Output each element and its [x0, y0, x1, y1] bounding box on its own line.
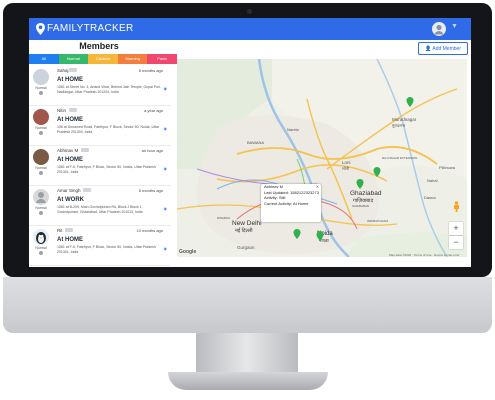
map-label: New Delhi: [232, 220, 262, 227]
address-text: 1061 at Street No. 3, Anand Vihar, Behin…: [57, 85, 161, 94]
map-label: INDIRAPURAM: [367, 219, 389, 223]
battery-icon: [83, 188, 91, 192]
map-label: Gurgaon: [237, 245, 255, 250]
member-name: Nitin: [57, 108, 67, 113]
view-eye-icon[interactable]: ◉: [164, 246, 168, 251]
member-card[interactable]: Normal Sahaj 5 months ago At HOME 1061 a…: [29, 66, 171, 106]
avatar: [33, 69, 49, 85]
map-label: Narela: [287, 127, 300, 132]
view-eye-icon[interactable]: ◉: [164, 86, 168, 91]
popup-current-activity: Current Activity: At Home: [264, 200, 309, 206]
map-label: DWARKA: [217, 216, 230, 220]
avatar: [33, 149, 49, 165]
address-text: 106 at Unnamed Road, Fatehpur, F Block, …: [57, 125, 160, 134]
status-label: Normal: [35, 206, 47, 210]
member-card[interactable]: Normal Nitin a year ago At HOME 106 at U…: [29, 106, 171, 146]
add-member-label: Add Member: [432, 46, 461, 52]
user-avatar[interactable]: [432, 22, 446, 36]
member-name: Sahaj: [57, 68, 69, 73]
map-label: Muradnagar: [392, 117, 417, 122]
map-label: नई दिल्ली: [235, 227, 253, 234]
status-indicator: [39, 91, 43, 95]
google-logo: Google: [179, 249, 197, 255]
tab-warning[interactable]: Warning: [117, 54, 148, 64]
status-label: Normal: [35, 246, 47, 250]
monitor-stand: [196, 333, 298, 375]
status-indicator: [39, 171, 43, 175]
add-member-button[interactable]: 👤 Add Member: [418, 42, 468, 55]
map-label: Nahal: [427, 178, 438, 183]
chevron-down-icon[interactable]: ▼: [451, 23, 458, 30]
map-label: RAJ NAGAR EXTENSION: [382, 156, 417, 160]
place-label: At WORK: [57, 197, 84, 203]
top-bar: FAMILYTRACKER ▼: [29, 18, 471, 40]
last-seen: a year ago: [144, 108, 163, 113]
member-name: Abhinav M: [57, 148, 79, 153]
member-card[interactable]: Normal Abhinav M an hour ago At HOME 106…: [29, 146, 171, 186]
camera-dot: [247, 9, 252, 14]
last-seen: 5 months ago: [138, 68, 163, 73]
status-label: Normal: [35, 166, 47, 170]
status-label: Normal: [35, 86, 47, 90]
map-label: Pilkhuwa: [439, 165, 456, 170]
member-info-popup: ✕ Abhinav M Last Updated: 1582122323273 …: [261, 184, 321, 222]
battery-icon: [81, 148, 89, 152]
map-label: Dasna: [424, 195, 436, 200]
last-seen: 5 months ago: [138, 188, 163, 193]
address-text: 1061 at F-6, Fatehpur, F Block, Sector 5…: [57, 165, 156, 174]
status-filter-tabs: All Normal Caution Warning Panic: [29, 54, 177, 64]
member-name: Amar Singh: [57, 188, 81, 193]
tab-all[interactable]: All: [29, 54, 59, 64]
view-eye-icon[interactable]: ◉: [164, 206, 168, 211]
apple-logo-icon: [237, 295, 257, 317]
avatar: [33, 229, 49, 245]
battery-icon: [69, 68, 77, 72]
street-view-pegman-icon[interactable]: [453, 201, 460, 212]
address-text: 1061 at B-209, Main Govindpuram Rd, Bloc…: [57, 205, 143, 214]
map-credits[interactable]: Map data ©2020 · Terms of Use · Report a…: [389, 253, 460, 257]
member-card[interactable]: Normal Amar Singh 5 months ago At WORK 1…: [29, 186, 171, 226]
tab-caution[interactable]: Caution: [88, 54, 118, 64]
last-seen: 10 months ago: [136, 228, 163, 233]
place-label: At HOME: [57, 237, 83, 243]
avatar: [33, 189, 49, 205]
battery-icon: [69, 108, 77, 112]
place-label: At HOME: [57, 117, 83, 123]
place-label: At HOME: [57, 157, 83, 163]
tab-panic[interactable]: Panic: [147, 54, 177, 64]
app-name: FAMILYTRACKER: [47, 23, 134, 34]
map-label: लोनी: [342, 166, 350, 171]
status-indicator: [39, 211, 43, 215]
zoom-in-button[interactable]: +: [449, 222, 463, 235]
place-label: At HOME: [57, 77, 83, 83]
map-view[interactable]: BAWANA Narela RAJ NAGAR EXTENSION Muradn…: [177, 59, 467, 257]
address-text: 1061 at F-6, Fatehpur, F Block, Sector 5…: [57, 245, 156, 254]
map-label: Ghaziabad: [350, 190, 382, 197]
view-eye-icon[interactable]: ◉: [164, 166, 168, 171]
status-label: Normal: [35, 126, 47, 130]
monitor-foot: [168, 372, 328, 390]
map-label: SAHIBABAD: [352, 204, 370, 208]
map-label: गाज़ियाबाद: [353, 197, 373, 204]
map-label: BAWANA: [247, 140, 264, 145]
app-screen: FAMILYTRACKER ▼ Members All Normal Cauti…: [29, 18, 471, 267]
avatar: [33, 109, 49, 125]
tab-normal[interactable]: Normal: [58, 54, 89, 64]
last-seen: an hour ago: [141, 148, 163, 153]
zoom-out-button[interactable]: −: [449, 236, 463, 249]
battery-icon: [65, 228, 73, 232]
close-icon[interactable]: ✕: [316, 184, 319, 189]
map-label: Loni: [342, 160, 351, 165]
member-name: Rit: [57, 228, 63, 233]
member-card[interactable]: Normal Rit 10 months ago At HOME 1061 at…: [29, 226, 171, 266]
location-pin-icon: [36, 23, 45, 35]
members-title: Members: [79, 41, 119, 51]
view-eye-icon[interactable]: ◉: [164, 126, 168, 131]
status-indicator: [39, 251, 43, 255]
status-indicator: [39, 131, 43, 135]
members-list: Normal Sahaj 5 months ago At HOME 1061 a…: [29, 66, 175, 267]
